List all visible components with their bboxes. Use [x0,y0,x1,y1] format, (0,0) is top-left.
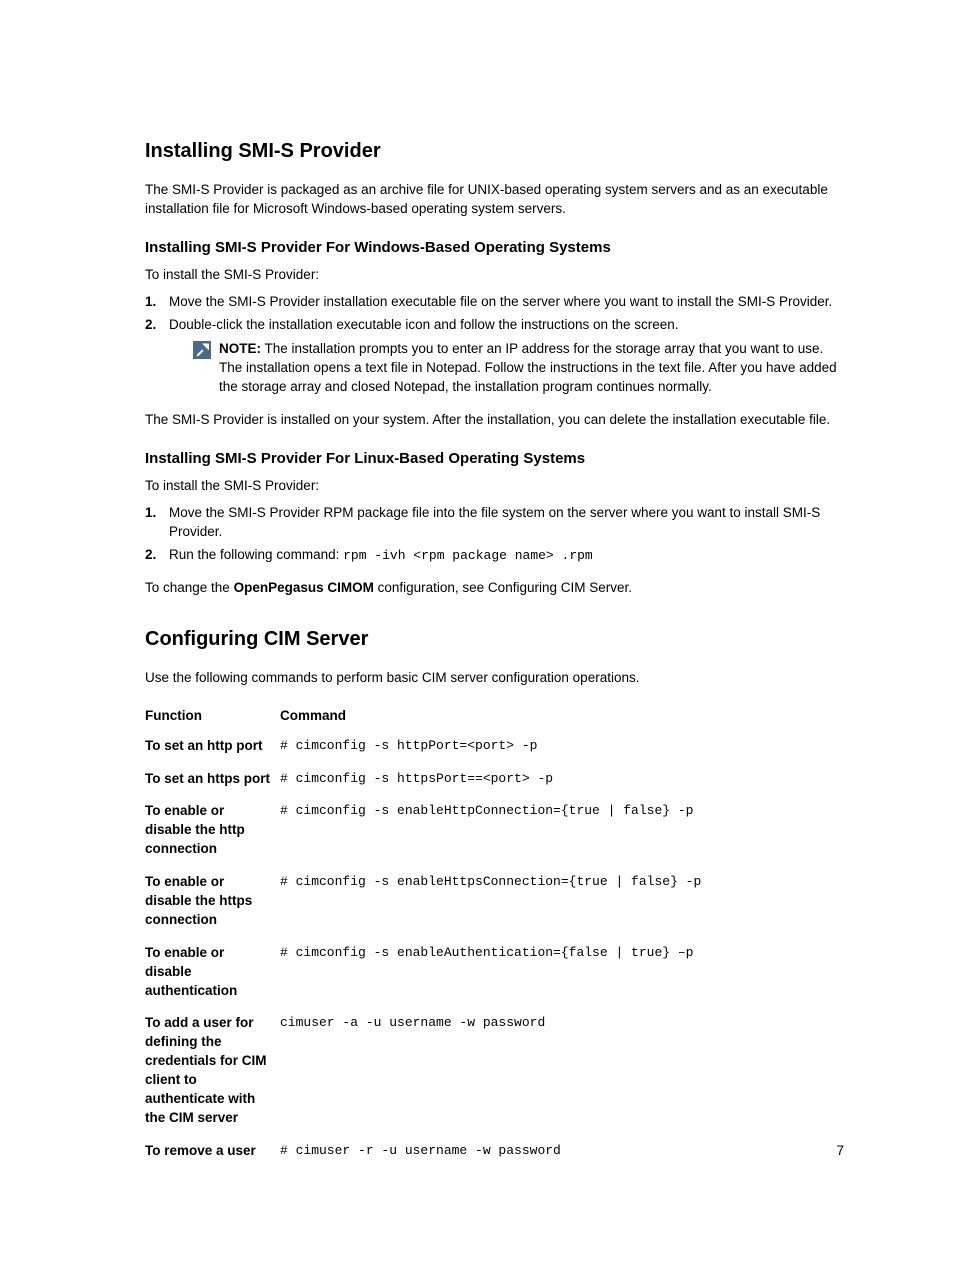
step-text: Move the SMI-S Provider installation exe… [169,294,832,309]
page-number: 7 [836,1143,844,1158]
closing-a: To change the [145,580,234,595]
cim-intro: Use the following commands to perform ba… [145,669,844,688]
command-cell: # cimconfig -s enableHttpsConnection={tr… [280,867,844,938]
heading-windows: Installing SMI-S Provider For Windows-Ba… [145,239,844,256]
windows-intro: To install the SMI-S Provider: [145,266,844,285]
note-icon [193,341,211,359]
table-header-command: Command [280,702,844,731]
cim-table: Function Command To set an http port# ci… [145,702,844,1169]
note-block: NOTE: The installation prompts you to en… [193,340,844,397]
function-cell: To enable or disable the http connection [145,796,280,867]
table-header-function: Function [145,702,280,731]
heading-installing: Installing SMI-S Provider [145,140,844,163]
windows-step-1: 1.Move the SMI-S Provider installation e… [145,293,844,312]
heading-cim: Configuring CIM Server [145,628,844,651]
command-cell: # cimconfig -s enableAuthentication={fal… [280,938,844,1009]
table-row: To add a user for defining the credentia… [145,1008,844,1135]
step-text-a: Run the following command: [169,547,343,562]
table-row: To set an https port# cimconfig -s https… [145,764,844,797]
function-cell: To enable or disable authentication [145,938,280,1009]
closing-b: OpenPegasus CIMOM [234,580,374,595]
command-cell: # cimconfig -s httpsPort==<port> -p [280,764,844,797]
step-text: Double-click the installation executable… [169,317,679,332]
command-cell: # cimconfig -s enableHttpConnection={tru… [280,796,844,867]
windows-step-2: 2.Double-click the installation executab… [145,316,844,398]
function-cell: To set an http port [145,731,280,764]
note-text: NOTE: The installation prompts you to en… [219,340,844,397]
linux-closing: To change the OpenPegasus CIMOM configur… [145,579,844,598]
table-row: To enable or disable the http connection… [145,796,844,867]
heading-linux: Installing SMI-S Provider For Linux-Base… [145,450,844,467]
closing-c: configuration, see Configuring CIM Serve… [374,580,632,595]
linux-step-1: 1.Move the SMI-S Provider RPM package fi… [145,504,844,542]
step-text: Move the SMI-S Provider RPM package file… [169,505,820,539]
intro-paragraph: The SMI-S Provider is packaged as an arc… [145,181,844,219]
linux-step-2: 2.Run the following command: rpm -ivh <r… [145,546,844,565]
linux-steps: 1.Move the SMI-S Provider RPM package fi… [145,504,844,565]
note-body: The installation prompts you to enter an… [219,341,837,394]
function-cell: To add a user for defining the credentia… [145,1008,280,1135]
windows-steps: 1.Move the SMI-S Provider installation e… [145,293,844,397]
windows-closing: The SMI-S Provider is installed on your … [145,411,844,430]
command-cell: cimuser -a -u username -w password [280,1008,844,1135]
command-cell: # cimuser -r -u username -w password [280,1136,844,1169]
table-row: To remove a user# cimuser -r -u username… [145,1136,844,1169]
step-code: rpm -ivh <rpm package name> .rpm [343,548,593,563]
function-cell: To enable or disable the https connectio… [145,867,280,938]
table-row: To set an http port# cimconfig -s httpPo… [145,731,844,764]
linux-intro: To install the SMI-S Provider: [145,477,844,496]
command-cell: # cimconfig -s httpPort=<port> -p [280,731,844,764]
function-cell: To set an https port [145,764,280,797]
table-row: To enable or disable the https connectio… [145,867,844,938]
table-row: To enable or disable authentication# cim… [145,938,844,1009]
note-label: NOTE: [219,341,261,356]
function-cell: To remove a user [145,1136,280,1169]
